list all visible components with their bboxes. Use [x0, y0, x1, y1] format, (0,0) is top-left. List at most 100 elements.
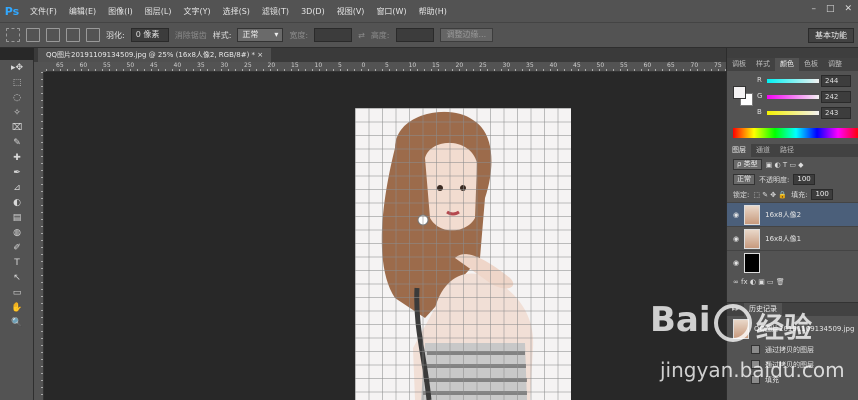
width-input[interactable] [314, 28, 353, 42]
filter-icons[interactable]: ▣ ◐ T ▭ ◆ [766, 161, 804, 169]
history-state[interactable]: 填充 [727, 372, 858, 387]
antialias-checkbox[interactable]: 消除锯齿 [175, 30, 207, 41]
style-select[interactable]: 正常 ▾ [237, 28, 284, 42]
tab-actions[interactable]: ▸▸ [727, 303, 744, 316]
style-label: 样式: [212, 30, 232, 40]
close-icon[interactable]: ✕ [844, 4, 852, 14]
menu-file[interactable]: 文件(F) [24, 6, 63, 17]
blue-slider[interactable] [767, 111, 819, 115]
height-input[interactable] [395, 28, 434, 42]
intersect-selection-icon[interactable] [86, 28, 100, 42]
grid-overlay [355, 108, 571, 400]
history-brush-tool-icon[interactable]: ◐ [0, 195, 34, 210]
lock-icons[interactable]: ⬚ ✎ ✥ 🔒 [753, 191, 787, 199]
tab-history[interactable]: 历史记录 [744, 303, 783, 316]
menu-help[interactable]: 帮助(H) [413, 6, 453, 17]
quick-select-tool-icon[interactable]: ✧ [0, 105, 34, 120]
new-selection-icon[interactable] [26, 28, 40, 42]
green-value-input[interactable]: 242 [821, 91, 851, 103]
shape-tool-icon[interactable]: ▭ [0, 285, 34, 300]
brush-tool-icon[interactable]: ✒ [0, 165, 34, 180]
eraser-tool-icon[interactable]: ▤ [0, 210, 34, 225]
menu-3d[interactable]: 3D(D) [295, 7, 331, 16]
menu-layer[interactable]: 图层(L) [139, 6, 178, 17]
history-state[interactable]: 通过拷贝的图层 [727, 357, 858, 372]
document-tab[interactable]: QQ图片20191109134509.jpg @ 25% (16x8人像2, R… [38, 48, 272, 62]
add-selection-icon[interactable] [46, 28, 60, 42]
history-state-label: 通过拷贝的图层 [765, 360, 814, 369]
move-tool-icon[interactable]: ▸✥ [0, 60, 34, 75]
tab-styles[interactable]: 样式 [751, 58, 775, 71]
healing-tool-icon[interactable]: ✚ [0, 150, 34, 165]
menu-filter[interactable]: 滤镜(T) [256, 6, 295, 17]
layer-row[interactable]: ◉ 16x8人像2 [727, 202, 858, 226]
menu-window[interactable]: 窗口(W) [370, 6, 412, 17]
ruler-number: 0 [361, 62, 366, 69]
zoom-tool-icon[interactable]: 🔍 [0, 315, 34, 330]
workspace-switcher[interactable]: 基本功能 [808, 28, 854, 43]
refine-edge-button[interactable]: 调整边缘... [439, 28, 494, 42]
ruler-number: 35 [526, 62, 534, 69]
blend-mode-select[interactable]: 正常 [733, 174, 755, 185]
opacity-input[interactable]: 100 [793, 174, 815, 185]
layer-name: 16x8人像1 [765, 234, 802, 243]
tab-paths[interactable]: 路径 [775, 144, 799, 157]
panel-collapse-bar[interactable] [727, 48, 858, 58]
document-canvas[interactable] [355, 108, 571, 400]
horizontal-ruler[interactable]: 65 60 55 50 45 40 35 30 25 20 15 10 5 0 5 10 15 20 25 30 35 4… [46, 62, 726, 72]
marquee-preset-icon[interactable] [6, 28, 20, 42]
menu-type[interactable]: 文字(Y) [177, 6, 216, 17]
menu-image[interactable]: 图像(I) [102, 6, 139, 17]
feather-input[interactable]: 0 像素 [130, 28, 169, 42]
chevron-down-icon: ▾ [274, 30, 279, 39]
tab-layers[interactable]: 图层 [727, 144, 751, 157]
lasso-tool-icon[interactable]: ◌ [0, 90, 34, 105]
tab-channels[interactable]: 通道 [751, 144, 775, 157]
history-state[interactable]: 通过拷贝的图层 [727, 342, 858, 357]
tab-navigator[interactable]: 调板 [727, 58, 751, 71]
layer-action-icons[interactable]: ∞ fx ◐ ▣ ▭ 🗑 [733, 278, 785, 286]
history-panel-tabs: ▸▸ 历史记录 [727, 303, 858, 316]
maximize-icon[interactable]: □ [826, 4, 835, 14]
crop-tool-icon[interactable]: ⌧ [0, 120, 34, 135]
canvas-area[interactable] [45, 73, 726, 400]
blue-value-input[interactable]: 243 [821, 107, 851, 119]
eye-icon[interactable]: ◉ [733, 211, 739, 219]
hand-tool-icon[interactable]: ✋ [0, 300, 34, 315]
path-select-tool-icon[interactable]: ↖ [0, 270, 34, 285]
fill-input[interactable]: 100 [811, 189, 833, 200]
history-panel: ▸▸ 历史记录 QQ图片20191109134509.jpg 通过拷贝的图层 通… [727, 302, 858, 400]
ruler-number: 65 [667, 62, 675, 69]
minimize-icon[interactable]: – [811, 4, 816, 14]
gradient-tool-icon[interactable]: ◍ [0, 225, 34, 240]
eye-icon[interactable]: ◉ [733, 259, 739, 267]
vertical-ruler[interactable] [34, 72, 44, 400]
tab-color[interactable]: 颜色 [775, 58, 799, 71]
green-slider[interactable] [767, 95, 819, 99]
red-slider[interactable] [767, 79, 819, 83]
layer-kind-filter[interactable]: ρ 类型 [733, 159, 762, 170]
layer-thumbnail [744, 228, 761, 249]
layer-row[interactable]: ◉ [727, 250, 858, 274]
tab-swatches[interactable]: 色板 [799, 58, 823, 71]
eye-icon[interactable]: ◉ [733, 235, 739, 243]
subtract-selection-icon[interactable] [66, 28, 80, 42]
type-tool-icon[interactable]: T [0, 255, 34, 270]
marquee-tool-icon[interactable]: ⬚ [0, 75, 34, 90]
lock-row: 锁定: ⬚ ✎ ✥ 🔒 填充: 100 [727, 187, 858, 202]
menu-view[interactable]: 视图(V) [331, 6, 371, 17]
layer-row[interactable]: ◉ 16x8人像1 [727, 226, 858, 250]
swap-icon[interactable]: ⇄ [358, 31, 365, 40]
tab-adjustments[interactable]: 调整 [823, 58, 847, 71]
menu-edit[interactable]: 编辑(E) [63, 6, 102, 17]
pen-tool-icon[interactable]: ✐ [0, 240, 34, 255]
clone-stamp-tool-icon[interactable]: ⊿ [0, 180, 34, 195]
ruler-number: 40 [549, 62, 558, 69]
red-value-input[interactable]: 244 [821, 75, 851, 87]
color-spectrum-bar[interactable] [733, 128, 858, 138]
eyedropper-tool-icon[interactable]: ✎ [0, 135, 34, 150]
history-state-icon [751, 375, 760, 384]
menu-select[interactable]: 选择(S) [217, 6, 256, 17]
history-snapshot[interactable]: QQ图片20191109134509.jpg [727, 316, 858, 342]
history-state-icon [751, 360, 760, 369]
